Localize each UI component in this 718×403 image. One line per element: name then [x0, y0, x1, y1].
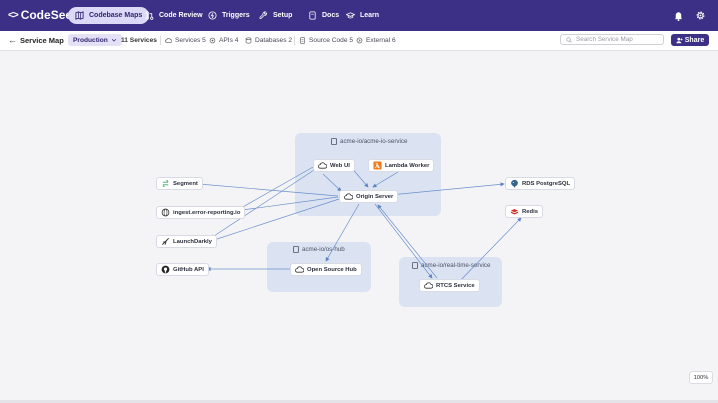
node-label: Lambda Worker: [385, 162, 430, 169]
cloud-icon: [295, 266, 304, 273]
cloud-icon: [318, 162, 327, 169]
node-rtcs-service[interactable]: RTCS Service: [419, 279, 480, 292]
edge: [198, 182, 339, 197]
launchdarkly-icon: [162, 238, 169, 245]
redis-icon: [510, 208, 519, 215]
globe-icon: [161, 208, 170, 217]
node-ingest-error-reporting[interactable]: ingest.error-reporting.io: [156, 206, 246, 219]
node-label: Open Source Hub: [307, 266, 357, 273]
node-label: LaunchDarkly: [173, 238, 212, 245]
cloud-icon: [344, 193, 353, 200]
node-label: RTCS Service: [436, 282, 475, 289]
edge: [374, 203, 433, 279]
node-launchdarkly[interactable]: LaunchDarkly: [156, 235, 217, 248]
postgresql-icon: [511, 179, 518, 188]
segment-icon: [162, 179, 169, 188]
edge: [377, 204, 438, 279]
node-lambda-worker[interactable]: Lambda Worker: [368, 159, 435, 172]
node-label: Segment: [173, 180, 198, 187]
edge: [325, 203, 360, 262]
node-segment[interactable]: Segment: [156, 177, 203, 190]
node-label: RDS PostgreSQL: [522, 180, 571, 187]
node-open-source-hub[interactable]: Open Source Hub: [290, 263, 362, 276]
edge: [455, 217, 522, 286]
edge: [210, 169, 315, 239]
node-label: GitHub API: [173, 266, 204, 273]
edge: [322, 173, 342, 192]
node-label: ingest.error-reporting.io: [173, 209, 241, 216]
zoom-level[interactable]: 100%: [689, 371, 713, 384]
node-web-ui[interactable]: Web UI: [313, 159, 355, 172]
github-icon: [161, 265, 170, 274]
cloud-icon: [424, 282, 433, 289]
node-rds-postgresql[interactable]: RDS PostgreSQL: [505, 177, 576, 190]
node-redis[interactable]: Redis: [505, 205, 544, 218]
aws-lambda-icon: [373, 161, 382, 170]
node-origin-server[interactable]: Origin Server: [339, 190, 399, 203]
edge: [389, 182, 505, 196]
node-github-api[interactable]: GitHub API: [156, 263, 209, 276]
edge: [372, 171, 399, 188]
node-label: Web UI: [330, 162, 350, 169]
edge: [234, 196, 339, 213]
edge: [233, 166, 314, 213]
node-label: Origin Server: [356, 193, 394, 200]
node-label: Redis: [522, 208, 539, 215]
